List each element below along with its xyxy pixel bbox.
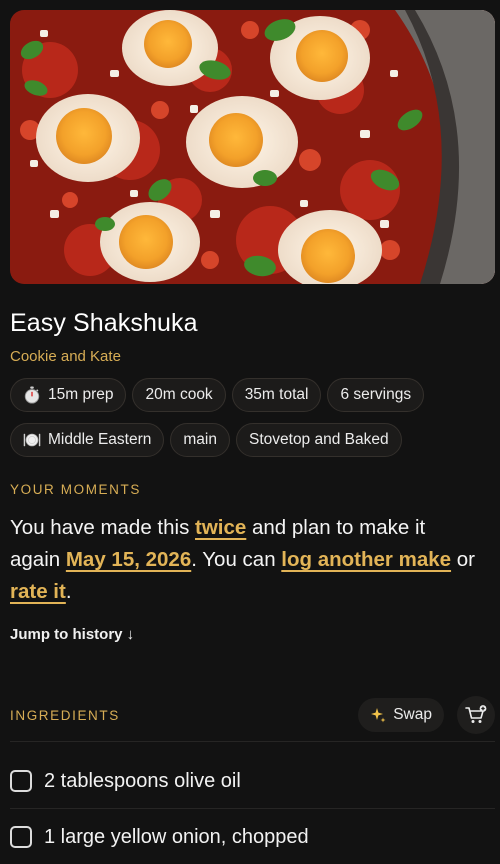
swap-button[interactable]: Swap [358,698,444,732]
chip-course[interactable]: main [170,423,230,457]
log-make-link[interactable]: log another make [281,548,451,571]
add-to-cart-button[interactable] [457,696,495,734]
recipe-hero-image [10,10,495,284]
plate-cutlery-icon [23,433,41,447]
chip-cook-time: 20m cook [132,378,226,412]
recipe-tag-chips: Middle Eastern main Stovetop and Baked [10,423,402,457]
moments-text: . [65,580,72,603]
chip-prep-time: 15m prep [10,378,127,412]
chip-method[interactable]: Stovetop and Baked [236,423,402,457]
ingredient-checkbox[interactable] [10,826,32,848]
ingredient-text: 2 tablespoons olive oil [44,769,241,792]
jump-to-history-link[interactable]: Jump to history ↓ [10,626,134,643]
moments-text: You have made this [10,516,196,539]
stopwatch-icon [24,386,40,404]
chip-label: main [183,431,217,448]
chip-total-time: 35m total [231,378,322,412]
ingredient-row[interactable]: 1 large yellow onion, chopped [10,817,495,857]
rate-link[interactable]: rate it [10,580,66,603]
recipe-source-link[interactable]: Cookie and Kate [10,348,121,365]
sparkle-icon [371,708,386,723]
chip-label: Stovetop and Baked [249,431,389,448]
chip-label: 35m total [244,386,309,403]
chip-servings[interactable]: 6 servings [327,378,425,412]
chip-label: 20m cook [145,386,213,403]
chip-cuisine[interactable]: Middle Eastern [10,423,165,457]
chip-label: 6 servings [340,386,412,403]
ingredient-row[interactable]: 2 tablespoons olive oil [10,761,495,801]
ingredient-checkbox[interactable] [10,770,32,792]
made-count-link[interactable]: twice [195,516,246,539]
recipe-title: Easy Shakshuka [10,309,198,337]
moments-text: or [451,548,475,571]
recipe-time-chips: 15m prep 20m cook 35m total 6 servings [10,378,425,412]
chip-label: Middle Eastern [48,431,152,448]
ingredients-section-label: INGREDIENTS [10,708,120,723]
moments-text: . You can [191,548,282,571]
ingredient-text: 1 large yellow onion, chopped [44,825,309,848]
recipe-page: Easy Shakshuka Cookie and Kate 15m prep … [0,0,500,864]
shakshuka-photo [10,10,495,284]
divider [10,741,495,742]
ingredients-header: INGREDIENTS Swap [10,696,495,736]
moments-summary: You have made this twice and plan to mak… [10,512,480,608]
moments-section-label: YOUR MOMENTS [10,482,141,497]
plan-date-link[interactable]: May 15, 2026 [66,548,191,571]
swap-button-label: Swap [393,706,432,723]
cart-plus-icon [465,705,487,723]
chip-label: 15m prep [48,386,114,403]
divider [10,808,495,809]
